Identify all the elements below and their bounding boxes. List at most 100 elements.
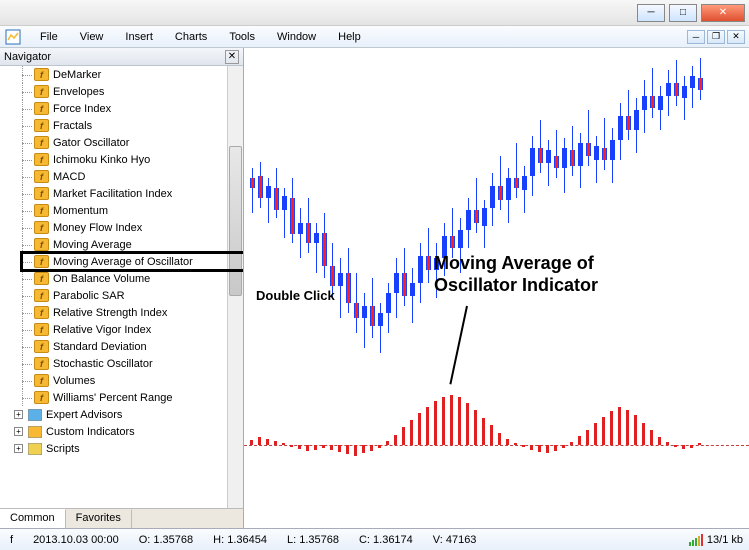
tree-group-scripts[interactable]: +Scripts [0,440,243,457]
oscillator-bar [290,445,293,447]
scrollbar-thumb[interactable] [229,146,242,296]
oscillator-bar [442,397,445,445]
tree-item-label: Money Flow Index [53,222,142,234]
oscillator-bar [258,437,261,445]
tree-item-relative-strength-index[interactable]: fRelative Strength Index [0,304,243,321]
indicator-icon: f [34,68,49,81]
mdi-restore-button[interactable]: ❐ [707,30,725,44]
navigator-close-button[interactable]: ✕ [225,50,239,64]
network-stats: 13/1 kb [707,534,743,546]
tree-item-volumes[interactable]: fVolumes [0,372,243,389]
menu-window[interactable]: Window [267,29,326,45]
tree-item-force-index[interactable]: fForce Index [0,100,243,117]
tree-item-stochastic-oscillator[interactable]: fStochastic Oscillator [0,355,243,372]
expand-icon[interactable]: + [14,410,23,419]
tree-item-momentum[interactable]: fMomentum [0,202,243,219]
menu-charts[interactable]: Charts [165,29,217,45]
oscillator-bar [546,445,549,453]
tree-group-expert-advisors[interactable]: + Expert Advisors [0,406,243,423]
tree-item-gator-oscillator[interactable]: fGator Oscillator [0,134,243,151]
oscillator-bar [370,445,373,451]
tree-item-moving-average[interactable]: fMoving Average [0,236,243,253]
oscillator-bar [530,445,533,450]
mdi-close-button[interactable]: ✕ [727,30,745,44]
tree-item-label: DeMarker [53,69,101,81]
oscillator-bar [282,443,285,445]
candlestick-chart [244,48,749,383]
tree-item-label: Volumes [53,375,95,387]
oscillator-bar [458,397,461,445]
tree-item-moving-average-of-oscillator[interactable]: fMoving Average of Oscillator [0,253,243,270]
indicator-icon: f [34,289,49,302]
group-icon [27,425,42,438]
oscillator-bar [386,441,389,445]
oscillator-bar [250,440,253,445]
oscillator-bar [650,430,653,445]
tree-item-label: Ichimoku Kinko Hyo [53,154,150,166]
tree-item-standard-deviation[interactable]: fStandard Deviation [0,338,243,355]
annotation-double-click: Double Click [256,288,335,304]
truncated-indicator: f [2,534,21,546]
oscillator-bar [314,445,317,450]
oscillator-bar [586,430,589,445]
tree-item-ichimoku-kinko-hyo[interactable]: f Ichimoku Kinko Hyo [0,151,243,168]
minimize-button[interactable]: ─ [637,4,665,22]
menu-view[interactable]: View [70,29,114,45]
indicator-icon: f [34,272,49,285]
tree-item-label: Moving Average [53,239,132,251]
oscillator-bar [346,445,349,454]
tree-group-label: Expert Advisors [46,409,122,421]
menu-help[interactable]: Help [328,29,371,45]
oscillator-bar [402,427,405,445]
navigator-header: Navigator ✕ [0,48,243,66]
oscillator-bar [466,403,469,445]
mdi-minimize-button[interactable]: ─ [687,30,705,44]
tree-item-label: Relative Vigor Index [53,324,151,336]
navigator-scrollbar[interactable] [227,66,243,508]
expand-icon[interactable]: + [14,427,23,436]
oscillator-bar [554,445,557,451]
oscillator-bar [506,439,509,445]
tree-item-market-facilitation-index[interactable]: f Market Facilitation Index [0,185,243,202]
indicator-icon: f [34,306,49,319]
tree-item-label: Market Facilitation Index [53,188,172,200]
maximize-button[interactable]: □ [669,4,697,22]
window-titlebar: ─ □ ✕ [0,0,749,26]
oscillator-bar [538,445,541,452]
menu-file[interactable]: File [30,29,68,45]
tree-item-money-flow-index[interactable]: fMoney Flow Index [0,219,243,236]
tree-item-parabolic-sar[interactable]: fParabolic SAR [0,287,243,304]
oscillator-bar [354,445,357,456]
oscillator-bar [658,437,661,445]
menu-insert[interactable]: Insert [115,29,163,45]
tree-item-williams-percent-range[interactable]: fWilliams' Percent Range [0,389,243,406]
tree-item-label: Fractals [53,120,92,132]
oscillator-bar [394,435,397,445]
oscillator-bar [674,445,677,447]
indicator-icon: f [34,255,49,268]
navigator-panel: Navigator ✕ f DeMarker fEnvelopesfForce In… [0,48,244,528]
tree-item-on-balance-volume[interactable]: fOn Balance Volume [0,270,243,287]
close-button[interactable]: ✕ [701,4,745,22]
tree-group-label: Custom Indicators [46,426,135,438]
tree-item-relative-vigor-index[interactable]: f Relative Vigor Index [0,321,243,338]
tree-item-macd[interactable]: fMACD [0,168,243,185]
tree-item-demarker[interactable]: f DeMarker [0,66,243,83]
menu-tools[interactable]: Tools [219,29,265,45]
indicator-icon: f [34,187,49,200]
tree-group-custom-indicators[interactable]: + Custom Indicators [0,423,243,440]
indicator-icon: f [34,102,49,115]
oscillator-bar [666,442,669,445]
indicator-icon: f [34,323,49,336]
tab-common[interactable]: Common [0,509,66,528]
expand-icon[interactable]: + [14,444,23,453]
chart-area[interactable]: Double Click Moving Average of Oscillato… [244,48,749,528]
navigator-title: Navigator [4,51,51,63]
oscillator-bar [570,442,573,445]
indicator-icon: f [34,153,49,166]
tree-item-fractals[interactable]: fFractals [0,117,243,134]
oscillator-bar [450,395,453,445]
tree-item-envelopes[interactable]: fEnvelopes [0,83,243,100]
indicator-icon: f [34,85,49,98]
tab-favorites[interactable]: Favorites [66,509,132,528]
